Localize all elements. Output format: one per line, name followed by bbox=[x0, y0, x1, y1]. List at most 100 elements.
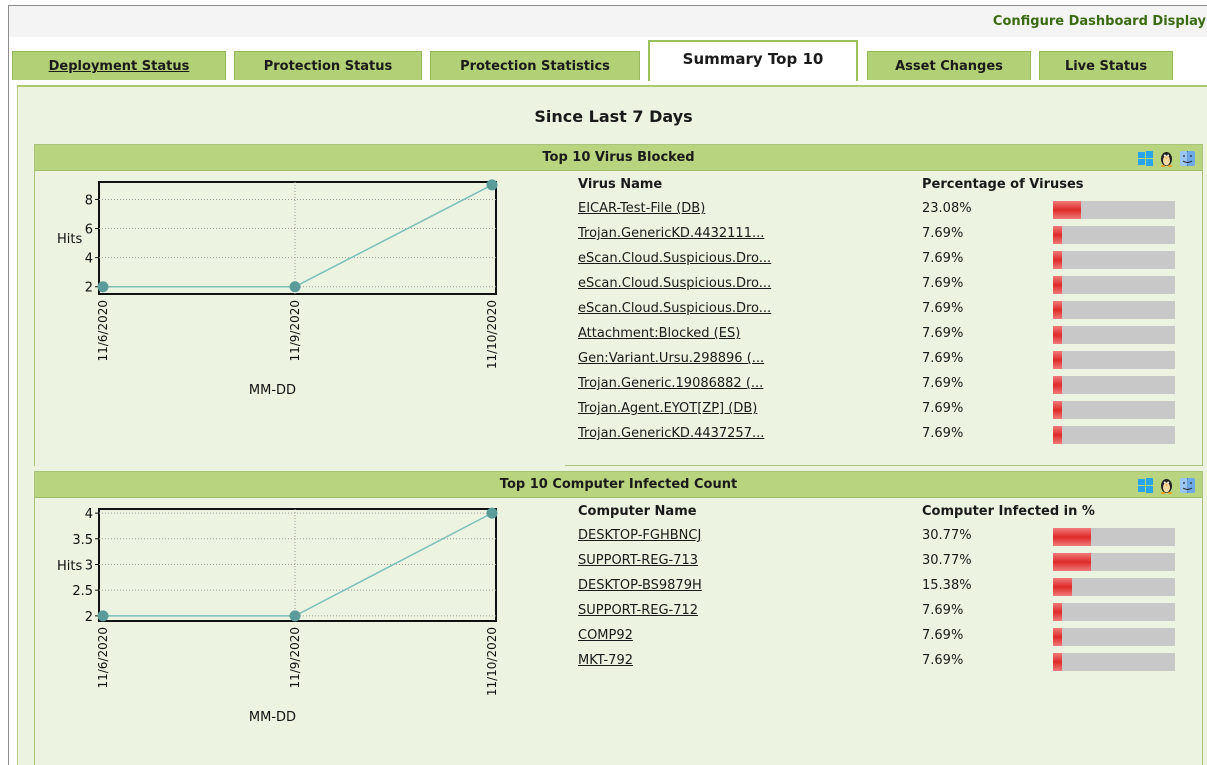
computer-row: COMP92 7.69% bbox=[578, 625, 1178, 650]
percentage-bar-fill bbox=[1053, 251, 1063, 269]
virus-row-percentage: 7.69% bbox=[922, 276, 964, 291]
computer-row-link[interactable]: SUPPORT-REG-713 bbox=[578, 553, 698, 568]
virus-row: Trojan.Agent.EYOT[ZP] (DB) 7.69% bbox=[578, 398, 1178, 423]
virus-row-percentage: 7.69% bbox=[922, 351, 964, 366]
virus-blocked-panel: Top 10 Virus Blocked 2 4 6 8 11/6/2020 11/9/2… bbox=[34, 144, 1203, 466]
virus-row: Attachment:Blocked (ES) 7.69% bbox=[578, 323, 1178, 348]
mac-icon[interactable] bbox=[1179, 477, 1196, 494]
computer-row-percentage: 30.77% bbox=[922, 553, 972, 568]
virus-row-link[interactable]: EICAR-Test-File (DB) bbox=[578, 201, 705, 216]
percentage-bar-fill bbox=[1053, 226, 1063, 244]
virus-row-percentage: 23.08% bbox=[922, 201, 972, 216]
computer-row-link[interactable]: COMP92 bbox=[578, 628, 633, 643]
computer-row-percentage: 7.69% bbox=[922, 653, 964, 668]
panel-title: Top 10 Virus Blocked bbox=[542, 150, 695, 165]
percentage-bar-fill bbox=[1053, 653, 1063, 671]
virus-row-link[interactable]: Trojan.GenericKD.4432111... bbox=[578, 226, 764, 241]
y-tick-label: 3 bbox=[85, 558, 93, 573]
y-tick-label: 3.5 bbox=[72, 533, 93, 548]
percentage-bar bbox=[1053, 201, 1175, 219]
percentage-bar-fill bbox=[1053, 276, 1063, 294]
percentage-bar-fill bbox=[1053, 528, 1091, 546]
virus-row: eScan.Cloud.Suspicious.Dro... 7.69% bbox=[578, 273, 1178, 298]
tab-asset-changes[interactable]: Asset Changes bbox=[867, 51, 1031, 80]
virus-name-header: Virus Name bbox=[578, 177, 663, 192]
linux-icon[interactable] bbox=[1158, 477, 1175, 494]
percentage-bar bbox=[1053, 628, 1175, 646]
virus-hits-chart-svg: 2 4 6 8 11/6/2020 11/9/2020 11/10/2020 Hits MM-D… bbox=[57, 179, 499, 398]
tab-protection-statistics[interactable]: Protection Statistics bbox=[430, 51, 640, 80]
virus-row-link[interactable]: Trojan.Generic.19086882 (... bbox=[578, 376, 763, 391]
virus-row-link[interactable]: eScan.Cloud.Suspicious.Dro... bbox=[578, 251, 771, 266]
percentage-bar bbox=[1053, 426, 1175, 444]
virus-row: Trojan.GenericKD.4432111... 7.69% bbox=[578, 223, 1178, 248]
tab-protection-status[interactable]: Protection Status bbox=[234, 51, 422, 80]
percentage-bar bbox=[1053, 251, 1175, 269]
percentage-bar bbox=[1053, 376, 1175, 394]
linux-icon[interactable] bbox=[1158, 150, 1175, 167]
mac-icon[interactable] bbox=[1179, 150, 1196, 167]
data-point bbox=[486, 179, 498, 191]
windows-icon[interactable] bbox=[1137, 477, 1154, 494]
virus-row: Trojan.Generic.19086882 (... 7.69% bbox=[578, 373, 1178, 398]
virus-row-link[interactable]: eScan.Cloud.Suspicious.Dro... bbox=[578, 276, 771, 291]
computer-row-percentage: 30.77% bbox=[922, 528, 972, 543]
x-tick-label: 11/6/2020 bbox=[96, 300, 110, 362]
computer-row: SUPPORT-REG-712 7.69% bbox=[578, 600, 1178, 625]
computer-percentage-header: Computer Infected in % bbox=[922, 504, 1095, 519]
x-tick-label: 11/9/2020 bbox=[288, 627, 302, 689]
computer-name-header: Computer Name bbox=[578, 504, 697, 519]
computer-row-link[interactable]: SUPPORT-REG-712 bbox=[578, 603, 698, 618]
percentage-bar-fill bbox=[1053, 301, 1063, 319]
virus-row-link[interactable]: Gen:Variant.Ursu.298896 (... bbox=[578, 351, 764, 366]
computer-row-link[interactable]: MKT-792 bbox=[578, 653, 633, 668]
y-axis-label: Hits bbox=[57, 559, 82, 574]
virus-row-percentage: 7.69% bbox=[922, 301, 964, 316]
data-point bbox=[486, 507, 498, 519]
computer-row-percentage: 7.69% bbox=[922, 628, 964, 643]
percentage-bar-fill bbox=[1053, 628, 1063, 646]
computer-row-link[interactable]: DESKTOP-FGHBNCJ bbox=[578, 528, 701, 543]
computer-infected-panel: Top 10 Computer Infected Count 2 2.5 3 3.5 4… bbox=[34, 471, 1203, 765]
virus-row-percentage: 7.69% bbox=[922, 251, 964, 266]
percentage-bar-fill bbox=[1053, 578, 1072, 596]
x-tick-label: 11/9/2020 bbox=[288, 300, 302, 362]
percentage-bar-fill bbox=[1053, 603, 1063, 621]
plot-area bbox=[98, 181, 497, 295]
x-tick-label: 11/10/2020 bbox=[485, 300, 499, 369]
plot-area bbox=[98, 508, 497, 622]
percentage-bar bbox=[1053, 553, 1175, 571]
tab-live-status[interactable]: Live Status bbox=[1039, 51, 1173, 80]
virus-hits-chart: 2 4 6 8 11/6/2020 11/9/2020 11/10/2020 Hits MM-D… bbox=[35, 172, 565, 466]
percentage-bar bbox=[1053, 401, 1175, 419]
period-title: Since Last 7 Days bbox=[534, 107, 693, 126]
configure-dashboard-link[interactable]: Configure Dashboard Display bbox=[993, 14, 1206, 29]
virus-row: eScan.Cloud.Suspicious.Dro... 7.69% bbox=[578, 298, 1178, 323]
virus-row-percentage: 7.69% bbox=[922, 326, 964, 341]
percentage-bar-fill bbox=[1053, 376, 1063, 394]
data-point bbox=[289, 610, 301, 622]
windows-icon[interactable] bbox=[1137, 150, 1154, 167]
tab-strip: Deployment Status Protection Status Prot… bbox=[9, 40, 1207, 81]
virus-row-percentage: 7.69% bbox=[922, 226, 964, 241]
tab-content: Since Last 7 Days Top 10 Virus Blocked 2… bbox=[17, 85, 1207, 765]
x-axis-label: MM-DD bbox=[249, 710, 296, 725]
percentage-bar bbox=[1053, 528, 1175, 546]
tab-deployment-status[interactable]: Deployment Status bbox=[12, 51, 226, 80]
y-axis-label: Hits bbox=[57, 232, 82, 247]
computer-row-link[interactable]: DESKTOP-BS9879H bbox=[578, 578, 702, 593]
percentage-bar bbox=[1053, 351, 1175, 369]
top-bar: Configure Dashboard Display bbox=[9, 6, 1207, 37]
virus-row: eScan.Cloud.Suspicious.Dro... 7.69% bbox=[578, 248, 1178, 273]
data-point bbox=[97, 281, 109, 293]
os-filter-icons bbox=[1137, 149, 1196, 167]
tab-summary-top-10[interactable]: Summary Top 10 bbox=[648, 40, 858, 81]
virus-row-link[interactable]: Attachment:Blocked (ES) bbox=[578, 326, 740, 341]
virus-row-link[interactable]: Trojan.GenericKD.4437257... bbox=[578, 426, 764, 441]
virus-row-link[interactable]: Trojan.Agent.EYOT[ZP] (DB) bbox=[578, 401, 757, 416]
computer-row-percentage: 15.38% bbox=[922, 578, 972, 593]
percentage-bar bbox=[1053, 603, 1175, 621]
y-tick-label: 2.5 bbox=[72, 584, 93, 599]
virus-row-link[interactable]: eScan.Cloud.Suspicious.Dro... bbox=[578, 301, 771, 316]
x-tick-label: 11/10/2020 bbox=[485, 627, 499, 696]
